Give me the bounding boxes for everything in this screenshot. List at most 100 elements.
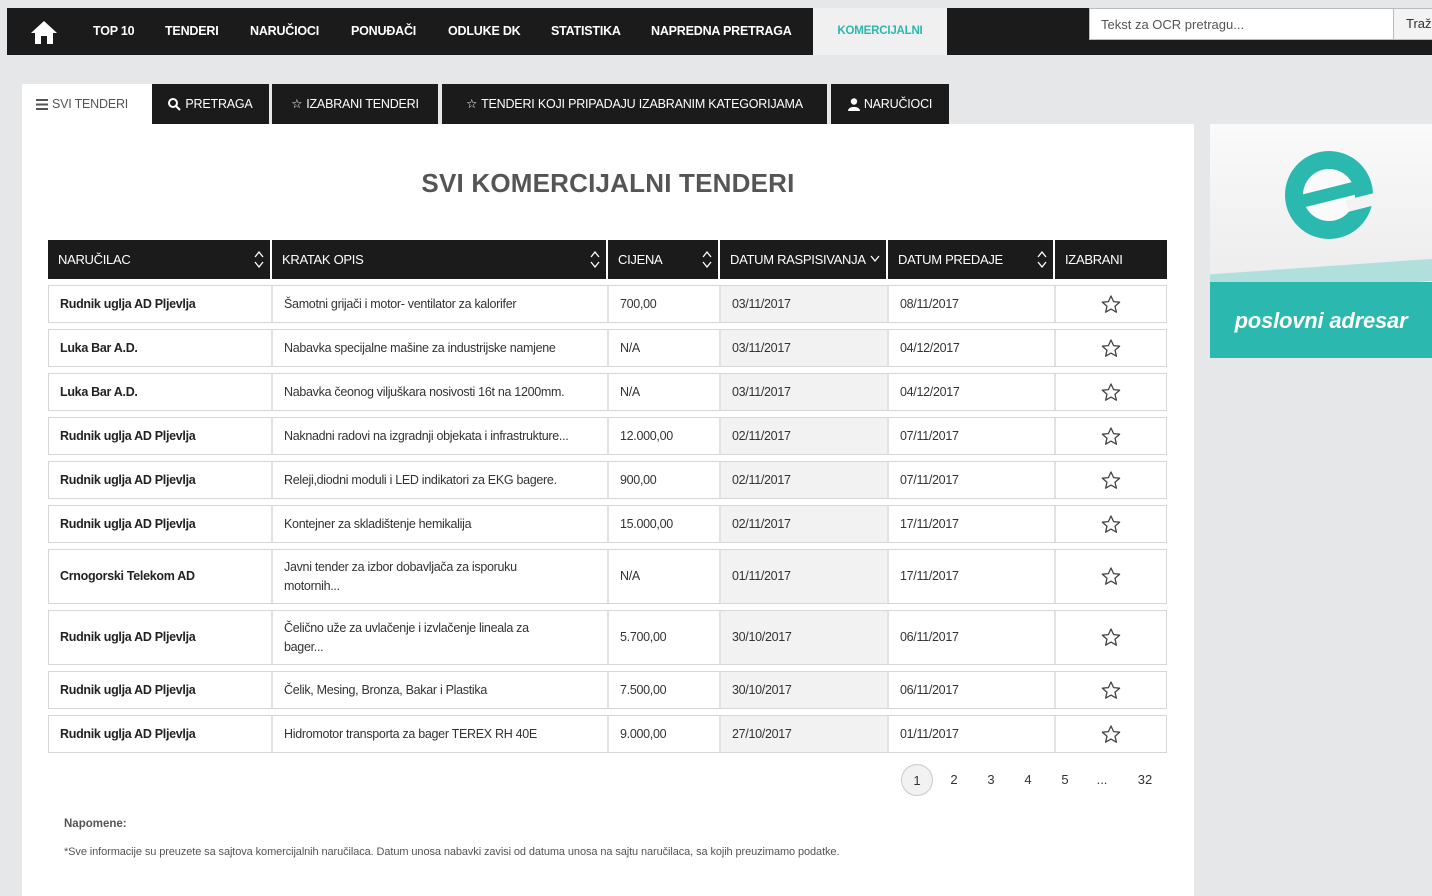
star-icon[interactable] bbox=[1101, 470, 1121, 490]
cell-datum-predaje: 08/11/2017 bbox=[889, 286, 1056, 322]
cell-narucilac: Rudnik uglja AD Pljevlja bbox=[49, 506, 273, 542]
table-row[interactable]: Rudnik uglja AD Pljevlja Čelično uže za … bbox=[48, 610, 1167, 665]
tab-pretraga[interactable]: PRETRAGA bbox=[152, 84, 269, 124]
nav-top10[interactable]: TOP 10 bbox=[93, 8, 135, 55]
star-icon[interactable] bbox=[1101, 628, 1121, 647]
star-icon[interactable] bbox=[1101, 294, 1121, 314]
star-icon: ☆ bbox=[291, 97, 303, 111]
page-link-5[interactable]: 5 bbox=[1049, 764, 1081, 796]
cell-opis[interactable]: Nabavka čeonog viljuškara nosivosti 16t … bbox=[273, 374, 609, 410]
cell-opis[interactable]: Javni tender za izbor dobavljača za ispo… bbox=[273, 550, 609, 603]
favorite-toggle[interactable] bbox=[1056, 418, 1166, 454]
table-header: NARUČILAC KRATAK OPIS CIJENA DATUM RASPI… bbox=[48, 240, 1167, 279]
table-row[interactable]: Luka Bar A.D. Nabavka čeonog viljuškara … bbox=[48, 373, 1167, 411]
column-header-label: IZABRANI bbox=[1065, 252, 1123, 267]
column-header-kratak-opis[interactable]: KRATAK OPIS bbox=[272, 240, 608, 279]
cell-datum-raspisivanja: 30/10/2017 bbox=[721, 611, 889, 664]
cell-cijena: 12.000,00 bbox=[609, 418, 721, 454]
page-link-1[interactable]: 1 bbox=[901, 764, 933, 796]
tab-svi-tenderi[interactable]: SVI TENDERI bbox=[22, 84, 152, 124]
page-link-3[interactable]: 3 bbox=[975, 764, 1007, 796]
search-icon bbox=[168, 97, 182, 111]
notes-text: *Sve informacije su preuzete sa sajtova … bbox=[64, 846, 840, 858]
nav-komercijalni[interactable]: KOMERCIJALNI bbox=[813, 8, 947, 55]
table-row[interactable]: Rudnik uglja AD Pljevlja Releji,diodni m… bbox=[48, 461, 1167, 499]
cell-datum-raspisivanja: 03/11/2017 bbox=[721, 374, 889, 410]
nav-tenderi[interactable]: TENDERI bbox=[165, 8, 219, 55]
cell-opis[interactable]: Naknadni radovi na izgradnji objekata i … bbox=[273, 418, 609, 454]
cell-cijena: 5.700,00 bbox=[609, 611, 721, 664]
cell-opis[interactable]: Kontejner za skladištenje hemikalija bbox=[273, 506, 609, 542]
star-icon[interactable] bbox=[1101, 680, 1121, 700]
nav-odluke-dk[interactable]: ODLUKE DK bbox=[448, 8, 521, 55]
page-link-last[interactable]: 32 bbox=[1129, 764, 1161, 796]
page-link-4[interactable]: 4 bbox=[1012, 764, 1044, 796]
cell-datum-raspisivanja: 02/11/2017 bbox=[721, 462, 889, 498]
favorite-toggle[interactable] bbox=[1056, 330, 1166, 366]
nav-napredna-pretraga[interactable]: NAPREDNA PRETRAGA bbox=[651, 8, 792, 55]
column-header-label: DATUM PREDAJE bbox=[898, 252, 1003, 267]
favorite-toggle[interactable] bbox=[1056, 550, 1166, 603]
table-row[interactable]: Rudnik uglja AD Pljevlja Čelik, Mesing, … bbox=[48, 671, 1167, 709]
table-row[interactable]: Luka Bar A.D. Nabavka specijalne mašine … bbox=[48, 329, 1167, 367]
home-icon[interactable] bbox=[29, 19, 59, 45]
cell-narucilac: Luka Bar A.D. bbox=[49, 374, 273, 410]
user-icon bbox=[847, 97, 860, 111]
cell-opis[interactable]: Releji,diodni moduli i LED indikatori za… bbox=[273, 462, 609, 498]
cell-opis[interactable]: Čelik, Mesing, Bronza, Bakar i Plastika bbox=[273, 672, 609, 708]
cell-cijena: 900,00 bbox=[609, 462, 721, 498]
star-icon[interactable] bbox=[1101, 724, 1121, 744]
cell-narucilac: Rudnik uglja AD Pljevlja bbox=[49, 611, 273, 664]
search-input[interactable] bbox=[1090, 9, 1400, 39]
column-header-datum-raspisivanja[interactable]: DATUM RASPISIVANJA bbox=[720, 240, 888, 279]
favorite-toggle[interactable] bbox=[1056, 611, 1166, 664]
ad-banner-poslovni-adresar[interactable]: poslovni adresar bbox=[1210, 124, 1432, 358]
cell-opis[interactable]: Šamotni grijači i motor- ventilator za k… bbox=[273, 286, 609, 322]
cell-narucilac: Rudnik uglja AD Pljevlja bbox=[49, 418, 273, 454]
tab-label: IZABRANI TENDERI bbox=[306, 97, 419, 111]
column-header-label: CIJENA bbox=[618, 252, 663, 267]
table-row[interactable]: Rudnik uglja AD Pljevlja Kontejner za sk… bbox=[48, 505, 1167, 543]
star-icon[interactable] bbox=[1101, 338, 1121, 358]
column-header-label: KRATAK OPIS bbox=[282, 252, 364, 267]
table-row[interactable]: Rudnik uglja AD Pljevlja Hidromotor tran… bbox=[48, 715, 1167, 753]
cell-narucilac: Rudnik uglja AD Pljevlja bbox=[49, 716, 273, 752]
nav-ponudjaci[interactable]: PONUĐAČI bbox=[351, 8, 416, 55]
favorite-toggle[interactable] bbox=[1056, 672, 1166, 708]
column-header-cijena[interactable]: CIJENA bbox=[608, 240, 720, 279]
tab-label: NARUČIOCI bbox=[863, 97, 933, 111]
star-icon[interactable] bbox=[1101, 514, 1121, 534]
cell-datum-predaje: 17/11/2017 bbox=[889, 506, 1056, 542]
star-icon[interactable] bbox=[1101, 382, 1121, 402]
tab-label: TENDERI KOJI PRIPADAJU IZABRANIM KATEGOR… bbox=[481, 97, 803, 111]
tab-tenderi-kategorije[interactable]: ☆ TENDERI KOJI PRIPADAJU IZABRANIM KATEG… bbox=[442, 84, 827, 124]
cell-narucilac: Luka Bar A.D. bbox=[49, 330, 273, 366]
cell-datum-raspisivanja: 02/11/2017 bbox=[721, 418, 889, 454]
table-row[interactable]: Rudnik uglja AD Pljevlja Šamotni grijači… bbox=[48, 285, 1167, 323]
cell-datum-raspisivanja: 03/11/2017 bbox=[721, 330, 889, 366]
star-icon[interactable] bbox=[1101, 567, 1121, 586]
favorite-toggle[interactable] bbox=[1056, 374, 1166, 410]
column-header-narucilac[interactable]: NARUČILAC bbox=[48, 240, 272, 279]
star-icon[interactable] bbox=[1101, 426, 1121, 446]
cell-opis[interactable]: Nabavka specijalne mašine za industrijsk… bbox=[273, 330, 609, 366]
tab-narucioci[interactable]: NARUČIOCI bbox=[831, 84, 949, 124]
nav-narucioci[interactable]: NARUČIOCI bbox=[250, 8, 319, 55]
favorite-toggle[interactable] bbox=[1056, 506, 1166, 542]
cell-datum-predaje: 01/11/2017 bbox=[889, 716, 1056, 752]
cell-opis[interactable]: Hidromotor transporta za bager TEREX RH … bbox=[273, 716, 609, 752]
favorite-toggle[interactable] bbox=[1056, 286, 1166, 322]
tab-izabrani-tenderi[interactable]: ☆ IZABRANI TENDERI bbox=[272, 84, 438, 124]
table-row[interactable]: Crnogorski Telekom AD Javni tender za iz… bbox=[48, 549, 1167, 604]
column-header-datum-predaje[interactable]: DATUM PREDAJE bbox=[888, 240, 1055, 279]
sort-icon bbox=[1037, 251, 1047, 268]
cell-narucilac: Rudnik uglja AD Pljevlja bbox=[49, 672, 273, 708]
nav-statistika[interactable]: STATISTIKA bbox=[551, 8, 621, 55]
page-link-2[interactable]: 2 bbox=[938, 764, 970, 796]
search-button[interactable]: Traži bbox=[1393, 8, 1432, 40]
favorite-toggle[interactable] bbox=[1056, 716, 1166, 752]
favorite-toggle[interactable] bbox=[1056, 462, 1166, 498]
cell-opis[interactable]: Čelično uže za uvlačenje i izvlačenje li… bbox=[273, 611, 609, 664]
table-row[interactable]: Rudnik uglja AD Pljevlja Naknadni radovi… bbox=[48, 417, 1167, 455]
e-logo-icon bbox=[1285, 151, 1376, 239]
